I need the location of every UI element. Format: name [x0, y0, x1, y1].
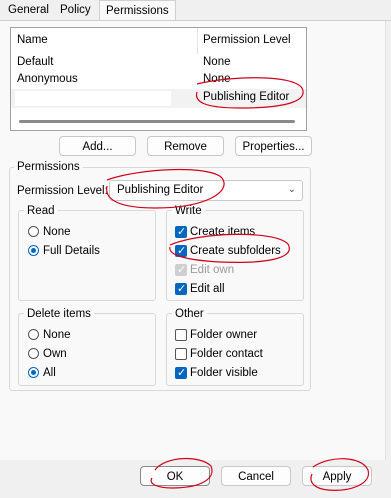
radio-selected-icon	[28, 367, 39, 378]
apply-button[interactable]: Apply	[302, 466, 372, 486]
folder-owner-label: Folder owner	[190, 329, 258, 341]
read-group-title: Read	[24, 205, 58, 217]
permission-level-dropdown[interactable]: Publishing Editor ⌄	[109, 180, 303, 201]
tab-permissions-label: Permissions	[106, 5, 169, 17]
tab-permissions[interactable]: Permissions	[99, 0, 176, 22]
delete-items-group-title: Delete items	[24, 308, 94, 320]
checkbox-checked-icon	[175, 365, 187, 381]
checkbox-checked-icon	[175, 224, 187, 240]
create-subfolders-label: Create subfolders	[190, 245, 281, 257]
ok-button[interactable]: OK	[140, 466, 210, 486]
radio-selected-icon	[28, 245, 39, 256]
radio-icon	[28, 329, 39, 340]
remove-button[interactable]: Remove	[147, 136, 224, 156]
folder-contact-label: Folder contact	[190, 348, 263, 360]
column-separator	[197, 28, 198, 54]
add-button[interactable]: Add...	[59, 136, 136, 156]
chevron-down-icon: ⌄	[287, 184, 296, 195]
list-row-level: None	[203, 73, 231, 85]
cancel-button[interactable]: Cancel	[221, 466, 291, 486]
list-row-level: Publishing Editor	[203, 91, 290, 103]
delete-own-label: Own	[43, 348, 67, 360]
permissions-group-title: Permissions	[14, 161, 83, 173]
delete-items-group	[18, 313, 156, 386]
tab-general-label: General	[8, 4, 49, 16]
list-row-level: None	[203, 56, 231, 68]
redacted-name	[15, 91, 171, 106]
checkbox-icon	[175, 348, 187, 360]
tab-policy[interactable]: Policy	[54, 0, 97, 20]
horizontal-scrollbar[interactable]	[19, 120, 295, 123]
delete-all-label: All	[43, 367, 56, 379]
write-group-title: Write	[172, 205, 205, 217]
permission-level-value: Publishing Editor	[117, 184, 204, 196]
read-none-label: None	[43, 226, 71, 238]
add-button-label: Add...	[82, 141, 113, 153]
radio-icon	[28, 226, 39, 237]
edit-own-label: Edit own	[190, 264, 235, 276]
list-row-name[interactable]: Anonymous	[17, 73, 78, 85]
apply-button-label: Apply	[322, 471, 352, 483]
other-group-title: Other	[172, 308, 207, 320]
checkbox-checked-icon	[175, 281, 187, 297]
list-row-name[interactable]: Default	[17, 56, 53, 68]
checkbox-checked-icon	[175, 243, 187, 259]
tab-general[interactable]: General	[2, 0, 55, 20]
folder-visible-label: Folder visible	[190, 367, 258, 379]
edit-all-label: Edit all	[190, 283, 225, 295]
remove-button-label: Remove	[164, 141, 207, 153]
permission-level-label: Permission Level:	[17, 185, 108, 197]
permissions-list[interactable]: Name Permission Level Default None Anony…	[10, 27, 307, 131]
column-header-name[interactable]: Name	[17, 34, 48, 46]
properties-button-label: Properties...	[242, 141, 305, 153]
properties-button[interactable]: Properties...	[235, 136, 312, 156]
ok-button-label: OK	[166, 471, 184, 483]
column-header-permission-level[interactable]: Permission Level	[203, 34, 291, 46]
cancel-button-label: Cancel	[238, 471, 274, 483]
checkbox-disabled-icon	[175, 262, 187, 278]
tab-policy-label: Policy	[60, 4, 91, 16]
checkbox-icon	[175, 329, 187, 341]
read-full-details-label: Full Details	[43, 245, 100, 257]
delete-none-label: None	[43, 329, 71, 341]
radio-icon	[28, 348, 39, 359]
create-items-label: Create items	[190, 226, 256, 238]
